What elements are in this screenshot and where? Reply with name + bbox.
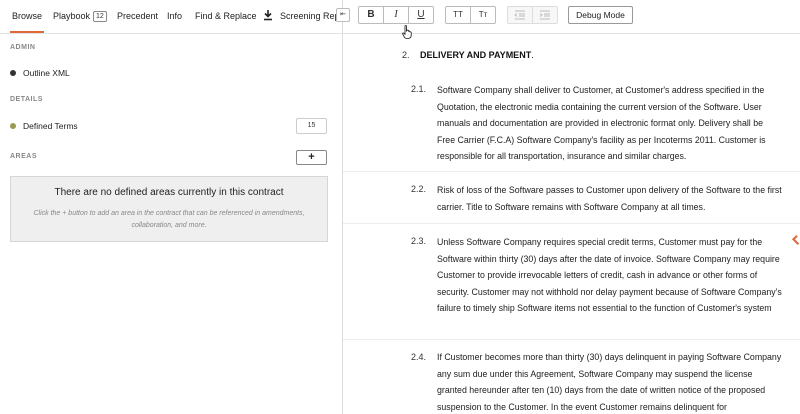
tab-find-replace[interactable]: Find & Replace	[195, 11, 257, 21]
defined-terms-count: 15	[296, 118, 327, 134]
section-admin: ADMIN	[10, 44, 36, 51]
outdent-button[interactable]	[507, 6, 533, 24]
section-details: DETAILS	[10, 96, 43, 103]
tab-playbook-label: Playbook	[53, 11, 91, 21]
playbook-count-badge: 12	[93, 11, 107, 22]
clause-divider	[343, 339, 800, 340]
tab-screening-report[interactable]: Screening Repor	[280, 11, 336, 21]
clause-text[interactable]: Unless Software Company requires special…	[437, 234, 783, 317]
clause-number: 2.4.	[411, 352, 427, 362]
comment-marker-icon[interactable]	[792, 235, 800, 245]
indent-button[interactable]	[532, 6, 558, 24]
clause-number: 2.2.	[411, 184, 427, 194]
section-number: 2.	[402, 50, 410, 60]
clause-number: 2.1.	[411, 84, 427, 94]
defined-terms-item[interactable]: Defined Terms	[10, 121, 78, 131]
document-pane: 2. DELIVERY AND PAYMENT. 2.1. Software C…	[343, 34, 800, 414]
outline-xml-label: Outline XML	[23, 68, 70, 78]
section-areas: AREAS	[10, 153, 38, 160]
defined-terms-label: Defined Terms	[23, 121, 78, 131]
download-icon[interactable]	[263, 9, 273, 21]
section-title: DELIVERY AND PAYMENT	[420, 50, 532, 60]
tab-playbook[interactable]: Playbook 12	[53, 11, 107, 22]
uppercase-button[interactable]: TT	[445, 6, 471, 24]
left-panel: Browse Playbook 12 Precedent Info Find & …	[0, 0, 343, 414]
areas-empty-title: There are no defined areas currently in …	[54, 187, 284, 198]
italic-button[interactable]: I	[383, 6, 409, 24]
status-dot-icon	[10, 70, 16, 76]
tab-bar: Browse Playbook 12 Precedent Info Find & …	[0, 0, 343, 34]
clause-text[interactable]: If Customer becomes more than thirty (30…	[437, 349, 783, 414]
clause-divider	[343, 171, 800, 172]
areas-empty-hint: Click the + button to add an area in the…	[33, 210, 305, 229]
areas-empty-state: There are no defined areas currently in …	[10, 176, 328, 242]
pointer-hand-icon	[402, 25, 412, 39]
titlecase-button[interactable]: Tт	[470, 6, 496, 24]
underline-button[interactable]: U	[408, 6, 434, 24]
tab-precedent[interactable]: Precedent	[117, 11, 158, 21]
clause-number: 2.3.	[411, 236, 427, 246]
section-title-suffix: .	[531, 50, 534, 60]
status-dot-icon	[10, 123, 16, 129]
section-heading: DELIVERY AND PAYMENT.	[420, 50, 534, 60]
outdent-icon	[514, 10, 525, 20]
add-area-button[interactable]: +	[296, 150, 327, 165]
tab-browse[interactable]: Browse	[9, 11, 45, 33]
collapse-panel-button[interactable]: ⇤	[336, 8, 350, 22]
bold-button[interactable]: B	[358, 6, 384, 24]
debug-mode-button[interactable]: Debug Mode	[568, 6, 633, 24]
indent-icon	[539, 10, 550, 20]
clause-text[interactable]: Risk of loss of the Software passes to C…	[437, 182, 783, 215]
clause-text[interactable]: Software Company shall deliver to Custom…	[437, 82, 783, 165]
clause-divider	[343, 223, 800, 224]
tab-info[interactable]: Info	[167, 11, 182, 21]
outline-xml-item[interactable]: Outline XML	[10, 68, 70, 78]
